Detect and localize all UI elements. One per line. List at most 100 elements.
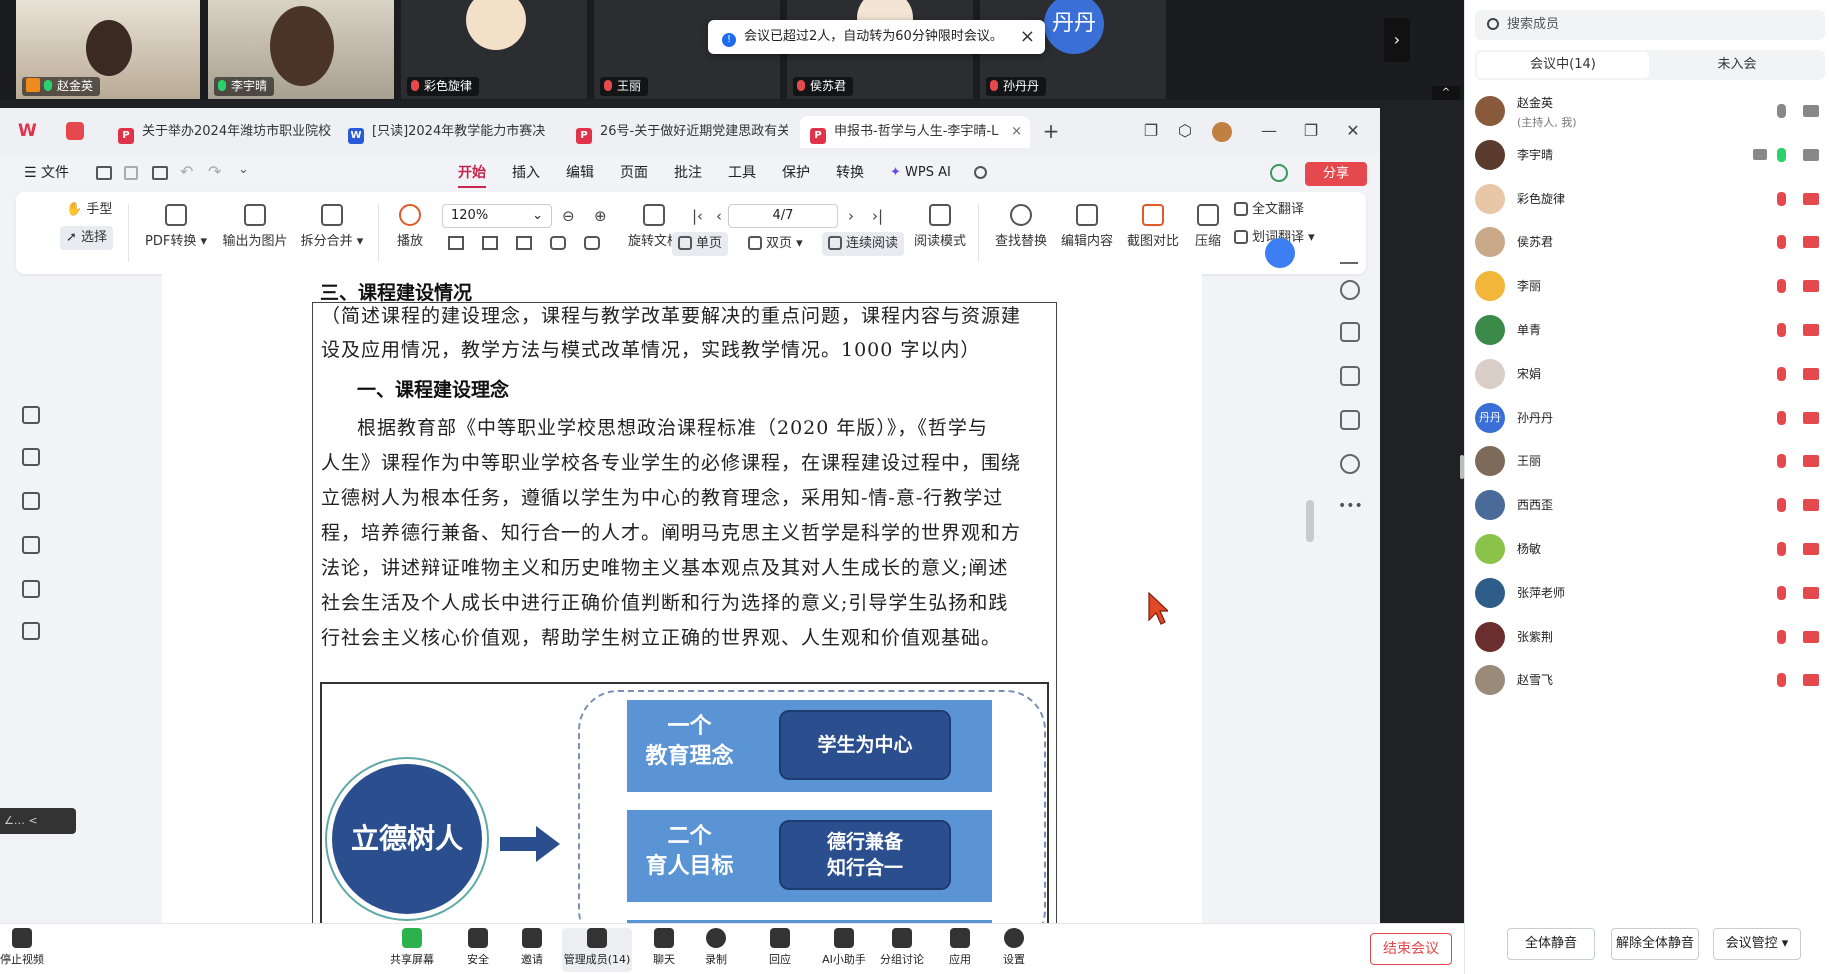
export-image-button[interactable]: 输出为图片 (220, 204, 290, 249)
tab-doc-1[interactable]: P 关于举办2024年潍坊市职业院校 (108, 116, 334, 148)
close-icon[interactable]: × (1020, 20, 1035, 54)
camera-off-icon[interactable] (1803, 455, 1819, 468)
rotate-right-icon[interactable] (584, 236, 600, 250)
cloud-sync-icon[interactable] (1270, 164, 1288, 182)
minimize-button[interactable]: — (1254, 118, 1284, 144)
tab-doc-active[interactable]: P 申报书-哲学与人生-李宇晴-L × (800, 116, 1030, 148)
member-row[interactable]: 赵金英 (主持人, 我) (1475, 90, 1825, 130)
menu-start[interactable]: 开始 (458, 154, 486, 192)
scrollbar-thumb[interactable] (1306, 500, 1314, 542)
rotate-left-icon[interactable] (550, 236, 566, 250)
member-search-input[interactable]: 搜索成员 (1475, 10, 1825, 40)
mic-muted-icon[interactable] (1777, 235, 1786, 250)
find-replace-button[interactable]: 查找替换 (992, 204, 1050, 249)
prev-page-icon[interactable]: ‹ (716, 204, 722, 228)
tab-doc-3[interactable]: P 26号-关于做好近期党建思政有关 (566, 116, 788, 148)
map-icon[interactable] (1340, 410, 1360, 430)
share-button[interactable]: 分享 (1305, 162, 1367, 186)
fit-page-icon[interactable] (482, 236, 498, 250)
new-tab-button[interactable]: + (1036, 118, 1066, 144)
user-avatar[interactable] (1212, 122, 1232, 142)
menu-wps-ai[interactable]: ✦ WPS AI (890, 154, 951, 192)
file-menu[interactable]: ☰ 文件 (24, 154, 69, 192)
layers-icon[interactable] (22, 622, 40, 640)
stop-video-button[interactable]: 停止视频 (0, 928, 50, 967)
left-collapse-button[interactable]: ∠… < (0, 808, 76, 834)
mic-muted-icon[interactable] (1777, 585, 1786, 600)
fit-width-icon[interactable] (516, 236, 532, 250)
member-row[interactable]: 彩色旋律 (1475, 178, 1825, 218)
collapse-icon[interactable] (1340, 262, 1358, 264)
page-number-input[interactable]: 4/7 (728, 204, 838, 228)
undo-icon[interactable]: ↶ (180, 162, 193, 181)
member-row[interactable]: 张紫荆 (1475, 616, 1825, 656)
settings-button[interactable]: 设置 (986, 928, 1042, 967)
compress-button[interactable]: 压缩 (1188, 204, 1228, 249)
more-icon[interactable]: ••• (1338, 498, 1363, 514)
mic-muted-icon[interactable] (1777, 498, 1786, 513)
member-row[interactable]: 丹丹 孙丹丹 (1475, 397, 1825, 437)
camera-off-icon[interactable] (1803, 630, 1819, 643)
bookmark-icon[interactable] (22, 406, 40, 424)
apps-button[interactable]: 应用 (932, 928, 988, 967)
open-icon[interactable] (96, 166, 112, 180)
menu-convert[interactable]: 转换 (836, 154, 864, 192)
member-row[interactable]: 西西歪 (1475, 484, 1825, 524)
attachment-icon[interactable] (22, 536, 40, 554)
camera-off-icon[interactable] (1803, 499, 1819, 512)
continuous-read-button[interactable]: 连续阅读 (822, 232, 905, 256)
search-icon[interactable] (1340, 280, 1360, 300)
video-tile-active[interactable]: 李宇晴 (208, 0, 394, 99)
collapse-strip-button[interactable]: ^ (1432, 86, 1460, 100)
close-tab-icon[interactable]: × (1011, 116, 1022, 148)
security-button[interactable]: 安全 (450, 928, 506, 967)
share-screen-button[interactable]: 共享屏幕 (384, 928, 440, 967)
member-row[interactable]: 李丽 (1475, 265, 1825, 305)
mic-muted-icon[interactable] (1777, 323, 1786, 337)
restore-tabs-icon[interactable]: ❐ (1136, 118, 1166, 144)
split-merge-button[interactable]: 拆分合并 ▾ (296, 204, 368, 249)
wps-logo[interactable]: W (18, 122, 40, 140)
floating-tool-icon[interactable] (1265, 238, 1295, 268)
member-row[interactable]: 王丽 (1475, 440, 1825, 480)
camera-off-icon[interactable] (1803, 236, 1819, 249)
tab-not-joined[interactable]: 未入会 (1651, 52, 1823, 78)
camera-off-icon[interactable] (1803, 280, 1819, 293)
select-tool[interactable]: ➚ 选择 (60, 226, 114, 250)
docer-icon[interactable] (66, 122, 84, 140)
redo-icon[interactable]: ↷ (208, 162, 221, 181)
camera-icon[interactable] (1803, 148, 1819, 161)
member-row[interactable]: 侯苏君 (1475, 221, 1825, 261)
full-translate-button[interactable]: 全文翻译 (1228, 198, 1310, 222)
next-page-button[interactable]: › (1384, 18, 1410, 62)
breakout-button[interactable]: 分组讨论 (874, 928, 930, 967)
read-mode-button[interactable]: 阅读模式 (912, 204, 968, 249)
react-button[interactable]: 回应 (752, 928, 808, 967)
camera-off-icon[interactable] (1803, 324, 1819, 336)
last-page-icon[interactable]: ›| (872, 204, 883, 228)
camera-off-icon[interactable] (1803, 543, 1819, 555)
menu-protect[interactable]: 保护 (782, 154, 810, 192)
camera-off-icon[interactable] (1803, 192, 1819, 205)
comment-icon[interactable] (22, 492, 40, 510)
mic-muted-icon[interactable] (1777, 542, 1786, 556)
pdf-convert-button[interactable]: PDF转换 ▾ (144, 204, 208, 249)
panel-resize-handle[interactable] (1460, 455, 1464, 479)
record-button[interactable]: 录制 (688, 928, 744, 967)
thumbnail-icon[interactable] (22, 448, 40, 466)
member-row[interactable]: 张萍老师 (1475, 572, 1825, 612)
double-page-button[interactable]: 双页 ▾ (742, 232, 809, 256)
ai-assistant-button[interactable]: AI小助手 (816, 928, 872, 967)
save-icon[interactable] (124, 166, 138, 180)
menu-edit[interactable]: 编辑 (566, 154, 594, 192)
mic-muted-icon[interactable] (1777, 629, 1786, 644)
hand-tool[interactable]: ✋ 手型 (60, 198, 118, 222)
unmute-all-button[interactable]: 解除全体静音 (1611, 928, 1699, 960)
single-page-button[interactable]: 单页 (672, 232, 729, 256)
member-row[interactable]: 杨敏 (1475, 528, 1825, 568)
chat-button[interactable]: 聊天 (636, 928, 692, 967)
menu-tools[interactable]: 工具 (728, 154, 756, 192)
member-row[interactable]: 赵雪飞 (1475, 659, 1825, 699)
print-icon[interactable] (152, 166, 168, 180)
camera-icon[interactable] (1803, 105, 1819, 117)
